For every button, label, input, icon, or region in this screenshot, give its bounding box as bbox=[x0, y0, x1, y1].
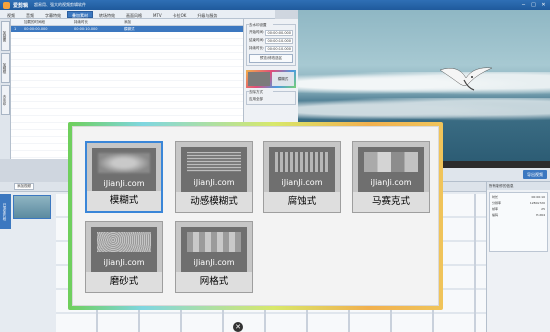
project-info-header: 所有制作的信息 bbox=[487, 182, 550, 190]
title-bar: 爱剪辑 超易用、强大的视频剪辑软件 ─ □ ✕ bbox=[0, 0, 550, 10]
option-motion-blur[interactable]: iJianJi.com 动感模糊式 bbox=[175, 141, 253, 213]
row-end: 00:00:10.000 bbox=[74, 27, 98, 31]
clip-thumbnail[interactable] bbox=[13, 195, 51, 219]
option-label: 模糊式 bbox=[87, 191, 161, 211]
maximize-button[interactable]: □ bbox=[530, 1, 537, 8]
current-effect-thumbnail[interactable]: 模糊式 bbox=[246, 70, 296, 88]
site-watermark-text: iJianJi.com bbox=[193, 178, 235, 187]
row-index: 1 bbox=[14, 27, 17, 31]
close-button[interactable]: ✕ bbox=[540, 1, 547, 8]
sidebar-item-frame[interactable]: 加相框 bbox=[1, 53, 10, 83]
sidebar-item-watermark[interactable]: 去水印 bbox=[1, 85, 10, 115]
duration-input[interactable]: 00:00:10.000 bbox=[265, 46, 293, 52]
tab-video[interactable]: 视频 bbox=[2, 11, 20, 18]
option-label: 腐蚀式 bbox=[264, 192, 340, 212]
option-blur[interactable]: iJianJi.com 模糊式 bbox=[85, 141, 163, 213]
close-dialog-icon[interactable]: ✕ bbox=[233, 322, 243, 332]
app-slogan: 超易用、强大的视频剪辑软件 bbox=[34, 2, 87, 7]
group-title: 去水印设置 bbox=[249, 23, 273, 28]
tab-style[interactable]: 画面风格 bbox=[121, 11, 147, 18]
project-info-panel: 所有制作的信息 时长 00:00:10 分辨率 1280x720 帧率 25 编码 H.… bbox=[486, 182, 550, 332]
option-frosted[interactable]: iJianJi.com 磨砂式 bbox=[85, 221, 163, 293]
mosaic-preview-icon bbox=[364, 152, 418, 172]
option-label: 网格式 bbox=[176, 272, 252, 292]
start-time-input[interactable]: 00:00:00.000 bbox=[265, 30, 293, 36]
motion-blur-preview-icon bbox=[187, 152, 241, 172]
current-effect-caption: 模糊式 bbox=[272, 72, 294, 86]
minimize-button[interactable]: ─ bbox=[520, 1, 527, 8]
apply-all-checkbox[interactable]: 应用全部 bbox=[249, 97, 263, 102]
app-name: 爱剪辑 bbox=[13, 2, 29, 9]
tab-audio[interactable]: 音频 bbox=[21, 11, 39, 18]
option-mosaic[interactable]: iJianJi.com 马赛克式 bbox=[352, 141, 430, 213]
tab-transition[interactable]: 转场特效 bbox=[94, 11, 120, 18]
tab-upgrade[interactable]: 升级与服务 bbox=[192, 11, 222, 18]
duration-field: 持续时长: 00:00:10.000 bbox=[249, 46, 293, 52]
option-label: 动感模糊式 bbox=[176, 192, 252, 212]
site-watermark-text: iJianJi.com bbox=[103, 258, 145, 267]
site-watermark-text: iJianJi.com bbox=[281, 178, 323, 187]
col-added: 添加 bbox=[124, 19, 131, 24]
project-info-box: 时长 00:00:10 分辨率 1280x720 帧率 25 编码 H.264 bbox=[489, 192, 548, 252]
option-grid[interactable]: iJianJi.com 网格式 bbox=[175, 221, 253, 293]
site-watermark-text: iJianJi.com bbox=[193, 258, 235, 267]
option-label: 马赛克式 bbox=[353, 192, 429, 212]
sidebar-item-sticker[interactable]: 加贴图 bbox=[1, 21, 10, 51]
tab-overlay[interactable]: 叠加素材 bbox=[67, 10, 93, 18]
site-watermark-text: iJianJi.com bbox=[103, 179, 145, 188]
table-row[interactable]: 1 00:00:00.000 00:00:10.000 模糊式 bbox=[11, 26, 243, 32]
window-controls: ─ □ ✕ bbox=[520, 1, 547, 8]
add-video-button[interactable]: 添加视频 bbox=[14, 183, 34, 190]
option-erode[interactable]: iJianJi.com 腐蚀式 bbox=[263, 141, 341, 213]
removal-mode-group: 去除方式 应用全部 bbox=[246, 90, 296, 105]
option-label: 磨砂式 bbox=[86, 272, 162, 292]
group2-title: 去除方式 bbox=[249, 90, 273, 95]
sidebar: 加贴图 加相框 去水印 bbox=[0, 19, 11, 159]
watermark-settings-group: 去水印设置 开始时间: 00:00:00.000 结束时间: 00:00:10.… bbox=[246, 23, 296, 66]
col-time-range: 加载的时间段 bbox=[24, 19, 45, 24]
added-clips-tab[interactable]: 已添加片段 bbox=[0, 194, 11, 229]
frosted-preview-icon bbox=[97, 232, 151, 252]
row-start: 00:00:00.000 bbox=[24, 27, 48, 31]
app-logo-icon bbox=[3, 1, 10, 9]
tab-subtitle-fx[interactable]: 字幕特效 bbox=[40, 11, 66, 18]
watermark-mode-dialog: iJianJi.com 模糊式 iJianJi.com 动感模糊式 iJianJ… bbox=[68, 122, 443, 310]
row-name: 模糊式 bbox=[124, 26, 135, 31]
grid-preview-icon bbox=[187, 232, 241, 252]
tab-mtv[interactable]: MTV bbox=[148, 11, 167, 18]
dialog-body: iJianJi.com 模糊式 iJianJi.com 动感模糊式 iJianJ… bbox=[72, 126, 439, 306]
end-time-input[interactable]: 00:00:10.000 bbox=[265, 38, 293, 44]
start-time-field: 开始时间: 00:00:00.000 bbox=[249, 30, 293, 36]
col-duration: 持续时长 bbox=[74, 19, 88, 24]
export-video-button[interactable]: 导出视频 bbox=[523, 170, 547, 179]
site-watermark-text: iJianJi.com bbox=[370, 178, 412, 187]
seagull-image bbox=[439, 67, 493, 91]
blur-preview-icon bbox=[98, 153, 150, 173]
table-header: 加载的时间段 持续时长 添加 bbox=[11, 19, 243, 26]
main-tabs: 视频 音频 字幕特效 叠加素材 转场特效 画面风格 MTV 卡拉OK 升级与服务 bbox=[0, 10, 275, 19]
preview-modify-region-button[interactable]: 预览/修改选区 bbox=[249, 54, 293, 63]
tab-karaoke[interactable]: 卡拉OK bbox=[168, 11, 192, 18]
end-time-field: 结束时间: 00:00:10.000 bbox=[249, 38, 293, 44]
erode-preview-icon bbox=[275, 152, 329, 172]
